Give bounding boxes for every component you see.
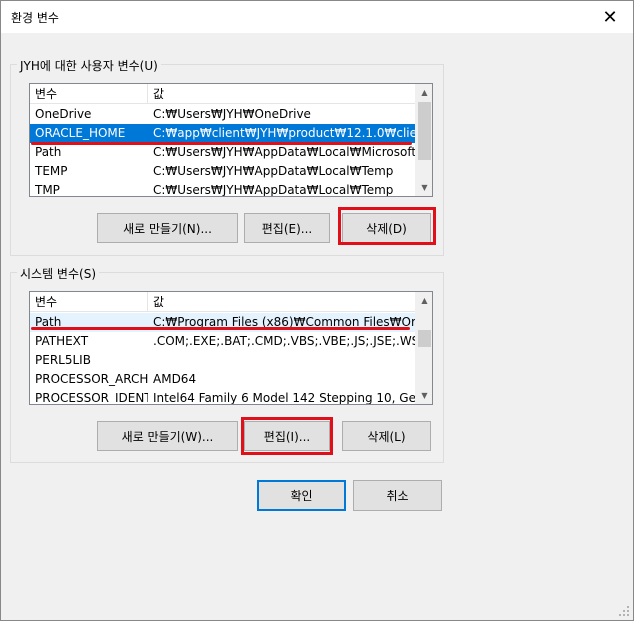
list-item[interactable]: PROCESSOR_ARCH... AMD64 [30, 370, 415, 389]
user-delete-button[interactable]: 삭제(D) [342, 213, 431, 243]
user-list-header: 변수 값 [30, 84, 415, 104]
scroll-down-icon[interactable]: ▼ [416, 387, 432, 404]
variable-value [148, 351, 415, 370]
system-list-header: 변수 값 [30, 292, 415, 312]
system-delete-button[interactable]: 삭제(L) [342, 421, 431, 451]
list-item[interactable]: Path C:₩Users₩JYH₩AppData₩Local₩Microsof… [30, 143, 415, 162]
variable-value: C:₩Program Files (x86)₩Common Files₩Orac… [153, 315, 415, 329]
list-item[interactable]: PATHEXT .COM;.EXE;.BAT;.CMD;.VBS;.VBE;.J… [30, 332, 415, 351]
variable-value: Intel64 Family 6 Model 142 Stepping 10, … [153, 391, 415, 405]
scroll-thumb[interactable] [418, 102, 431, 160]
variable-value: C:₩app₩client₩JYH₩product₩12.1.0₩client_… [153, 126, 415, 140]
system-variables-group: 시스템 변수(S) 변수 값 Path C:₩Program Files (x8… [10, 265, 444, 463]
list-item[interactable]: TEMP C:₩Users₩JYH₩AppData₩Local₩Temp [30, 162, 415, 181]
resize-grip-icon[interactable] [618, 605, 630, 617]
user-variables-label: JYH에 대한 사용자 변수(U) [17, 57, 161, 74]
variable-value: C:₩Users₩JYH₩AppData₩Local₩Microsoft₩... [153, 145, 415, 159]
environment-variables-dialog: 환경 변수 ✕ JYH에 대한 사용자 변수(U) 변수 값 OneDrive … [0, 0, 634, 621]
variable-name: PROCESSOR_IDENT... [35, 391, 148, 405]
title-bar[interactable]: 환경 변수 ✕ [1, 1, 633, 33]
ok-button[interactable]: 확인 [257, 480, 346, 511]
system-variables-label: 시스템 변수(S) [17, 265, 99, 282]
variable-name: PATHEXT [35, 334, 89, 348]
system-variables-list[interactable]: 변수 값 Path C:₩Program Files (x86)₩Common … [29, 291, 433, 405]
user-variables-list[interactable]: 변수 값 OneDrive C:₩Users₩JYH₩OneDrive ORAC… [29, 83, 433, 197]
variable-name: TMP [35, 183, 60, 197]
variable-name: PROCESSOR_ARCH... [35, 372, 148, 386]
close-icon[interactable]: ✕ [587, 1, 633, 33]
system-edit-button[interactable]: 편집(I)... [244, 421, 330, 451]
variable-value: .COM;.EXE;.BAT;.CMD;.VBS;.VBE;.JS;.JSE;.… [153, 334, 415, 348]
list-item[interactable]: TMP C:₩Users₩JYH₩AppData₩Local₩Temp [30, 181, 415, 197]
variable-name: TEMP [35, 164, 68, 178]
user-list-scrollbar[interactable]: ▲ ▼ [415, 84, 432, 196]
list-item[interactable]: PROCESSOR_IDENT... Intel64 Family 6 Mode… [30, 389, 415, 405]
scroll-up-icon[interactable]: ▲ [416, 84, 432, 101]
scroll-down-icon[interactable]: ▼ [416, 179, 432, 196]
variable-value: C:₩Users₩JYH₩AppData₩Local₩Temp [153, 183, 394, 197]
system-list-scrollbar[interactable]: ▲ ▼ [415, 292, 432, 404]
window-title: 환경 변수 [11, 11, 59, 25]
list-item-selected[interactable]: ORACLE_HOME C:₩app₩client₩JYH₩product₩12… [30, 124, 415, 143]
user-variables-group: JYH에 대한 사용자 변수(U) 변수 값 OneDrive C:₩Users… [10, 57, 444, 256]
list-item[interactable]: PERL5LIB [30, 351, 415, 370]
column-header-value[interactable]: 값 [148, 292, 415, 312]
user-new-button[interactable]: 새로 만들기(N)... [97, 213, 238, 243]
variable-name: Path [35, 315, 62, 329]
variable-value: AMD64 [153, 372, 197, 386]
scroll-up-icon[interactable]: ▲ [416, 292, 432, 309]
variable-value: C:₩Users₩JYH₩AppData₩Local₩Temp [153, 164, 394, 178]
cancel-button[interactable]: 취소 [353, 480, 442, 511]
variable-name: Path [35, 145, 62, 159]
column-header-variable[interactable]: 변수 [30, 292, 148, 312]
variable-name: PERL5LIB [35, 353, 91, 367]
column-header-value[interactable]: 값 [148, 84, 415, 104]
variable-name: ORACLE_HOME [35, 126, 126, 140]
scroll-thumb[interactable] [418, 330, 431, 347]
column-header-variable[interactable]: 변수 [30, 84, 148, 104]
variable-name: OneDrive [35, 107, 92, 121]
user-edit-button[interactable]: 편집(E)... [244, 213, 330, 243]
variable-value: C:₩Users₩JYH₩OneDrive [153, 107, 311, 121]
system-new-button[interactable]: 새로 만들기(W)... [97, 421, 238, 451]
list-item[interactable]: Path C:₩Program Files (x86)₩Common Files… [30, 313, 415, 332]
list-item[interactable]: OneDrive C:₩Users₩JYH₩OneDrive [30, 105, 415, 124]
